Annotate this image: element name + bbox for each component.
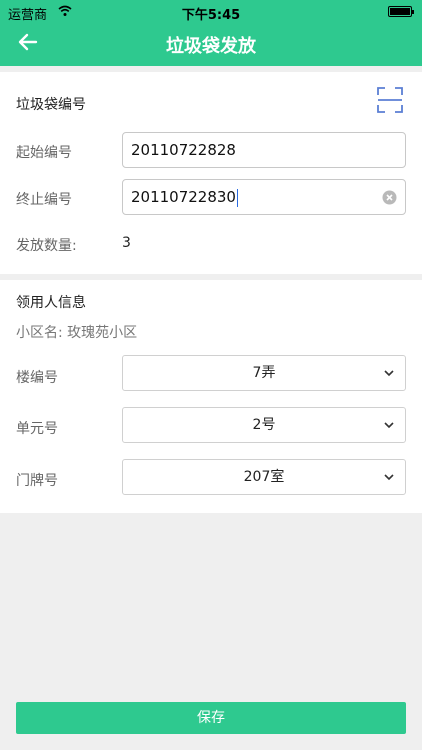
door-label: 门牌号: [16, 473, 58, 489]
chevron-down-icon: [384, 370, 394, 377]
bag-section-title: 垃圾袋编号: [16, 97, 86, 113]
app-header: 运营商 下午5:45 垃圾袋发放: [0, 0, 422, 66]
unit-select[interactable]: 2号: [122, 407, 406, 443]
community-name: 小区名: 玫瑰苑小区: [16, 325, 138, 341]
scan-button[interactable]: [376, 86, 404, 114]
door-value: 207室: [243, 469, 285, 485]
start-number-input[interactable]: 20110722828: [122, 132, 406, 168]
building-select[interactable]: 7弄: [122, 355, 406, 391]
count-value: 3: [122, 235, 131, 251]
door-select[interactable]: 207室: [122, 459, 406, 495]
count-label: 发放数量:: [16, 238, 77, 254]
start-number-label: 起始编号: [16, 145, 72, 161]
end-number-input[interactable]: 20110722830: [122, 179, 406, 215]
recipient-section-title: 领用人信息: [16, 295, 86, 311]
clear-icon[interactable]: [382, 190, 397, 205]
unit-label: 单元号: [16, 421, 58, 437]
unit-value: 2号: [252, 417, 276, 433]
chevron-down-icon: [384, 474, 394, 481]
building-value: 7弄: [252, 365, 276, 381]
save-button[interactable]: 保存: [16, 702, 406, 734]
battery-icon: [388, 6, 414, 17]
status-bar: 运营商 下午5:45: [0, 0, 422, 23]
chevron-down-icon: [384, 422, 394, 429]
text-cursor: [236, 188, 238, 207]
end-number-label: 终止编号: [16, 192, 72, 208]
bag-number-section: 垃圾袋编号 起始编号 20110722828 终止编号 20110722830 …: [0, 72, 422, 274]
recipient-section: 领用人信息 小区名: 玫瑰苑小区 楼编号 7弄 单元号 2号 门牌号 207室: [0, 280, 422, 513]
page-title: 垃圾袋发放: [166, 36, 256, 57]
building-label: 楼编号: [16, 370, 58, 386]
scan-icon: [377, 87, 403, 113]
end-number-value: 20110722830: [131, 188, 236, 206]
status-time: 下午5:45: [181, 8, 241, 23]
